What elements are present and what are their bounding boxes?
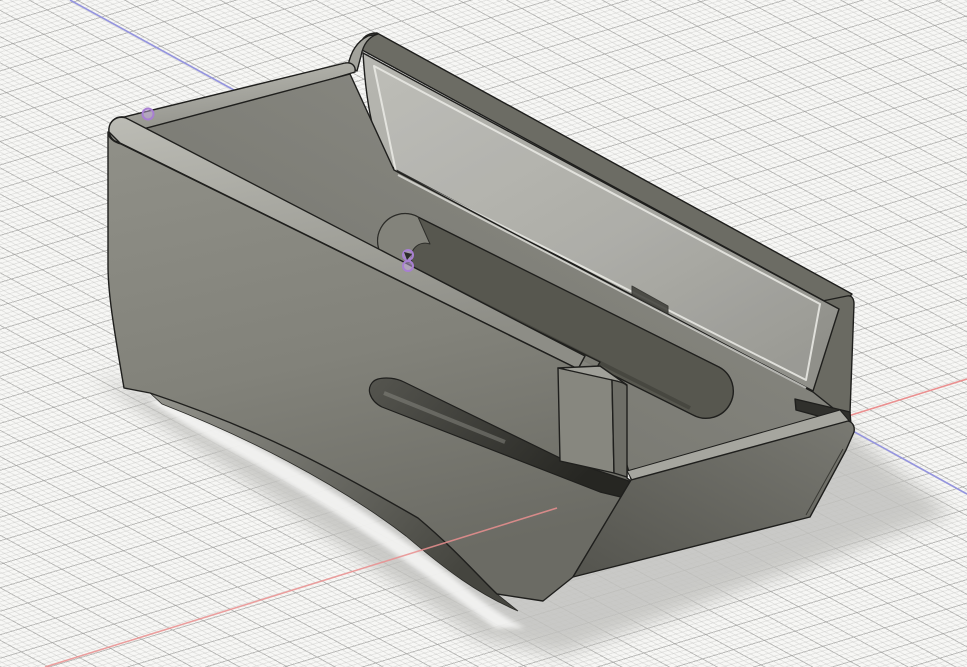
sketch-point-icon[interactable] <box>403 261 413 271</box>
cad-viewport[interactable] <box>0 0 967 667</box>
axis-red-segment-b[interactable] <box>845 379 967 417</box>
cad-scene <box>0 0 967 667</box>
axis-blue-segment-a[interactable] <box>70 0 243 95</box>
sketch-point-icon[interactable] <box>143 109 154 120</box>
wall-end-cap-side[interactable] <box>612 380 627 477</box>
model-body[interactable] <box>108 33 854 601</box>
wall-end-cap-front[interactable] <box>558 368 614 473</box>
